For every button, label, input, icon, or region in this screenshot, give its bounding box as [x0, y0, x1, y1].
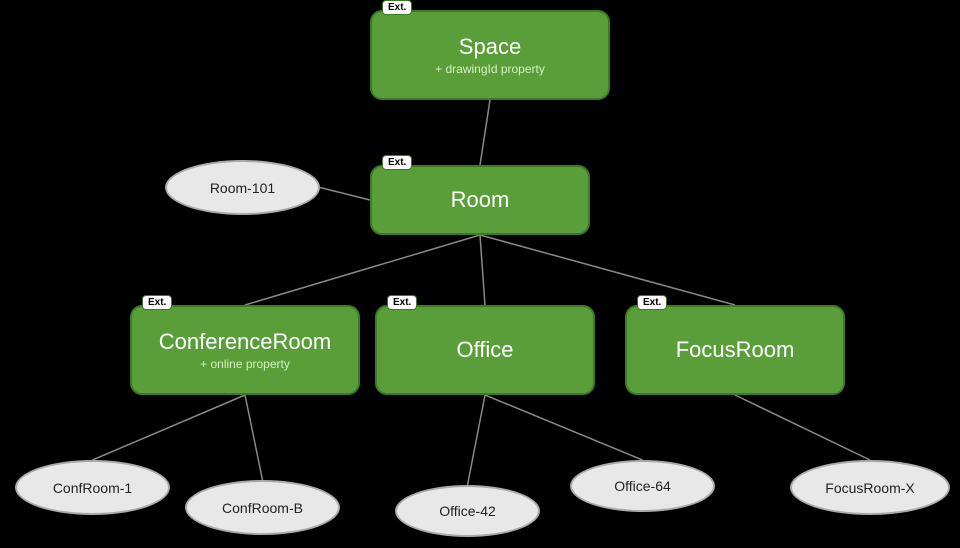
ext-badge-space: Ext.	[382, 0, 412, 15]
ellipse-office64: Office-64	[570, 460, 715, 512]
node-focusRoom: Ext.FocusRoom	[625, 305, 845, 395]
ellipse-label-office42: Office-42	[439, 503, 496, 519]
ext-badge-focusRoom: Ext.	[637, 295, 667, 310]
node-title-space: Space	[459, 34, 521, 60]
node-room: Ext.Room	[370, 165, 590, 235]
ellipse-focusRoomX: FocusRoom-X	[790, 460, 950, 515]
ext-badge-room: Ext.	[382, 155, 412, 170]
ellipse-room101: Room-101	[165, 160, 320, 215]
ellipse-label-confRoomB: ConfRoom-B	[222, 500, 303, 516]
ext-badge-conferenceRoom: Ext.	[142, 295, 172, 310]
node-title-focusRoom: FocusRoom	[676, 337, 795, 363]
node-space: Ext.Space+ drawingId property	[370, 10, 610, 100]
ellipse-office42: Office-42	[395, 485, 540, 537]
ext-badge-office: Ext.	[387, 295, 417, 310]
node-title-room: Room	[451, 187, 510, 213]
node-title-office: Office	[456, 337, 513, 363]
node-title-conferenceRoom: ConferenceRoom	[159, 329, 331, 355]
ellipse-label-confRoom1: ConfRoom-1	[53, 480, 132, 496]
ellipse-confRoom1: ConfRoom-1	[15, 460, 170, 515]
ellipse-label-office64: Office-64	[614, 478, 671, 494]
ellipse-confRoomB: ConfRoom-B	[185, 480, 340, 535]
node-subtitle-conferenceRoom: + online property	[200, 357, 290, 371]
node-subtitle-space: + drawingId property	[435, 62, 545, 76]
ellipse-label-focusRoomX: FocusRoom-X	[825, 480, 914, 496]
node-conferenceRoom: Ext.ConferenceRoom+ online property	[130, 305, 360, 395]
ellipse-label-room101: Room-101	[210, 180, 275, 196]
node-office: Ext.Office	[375, 305, 595, 395]
